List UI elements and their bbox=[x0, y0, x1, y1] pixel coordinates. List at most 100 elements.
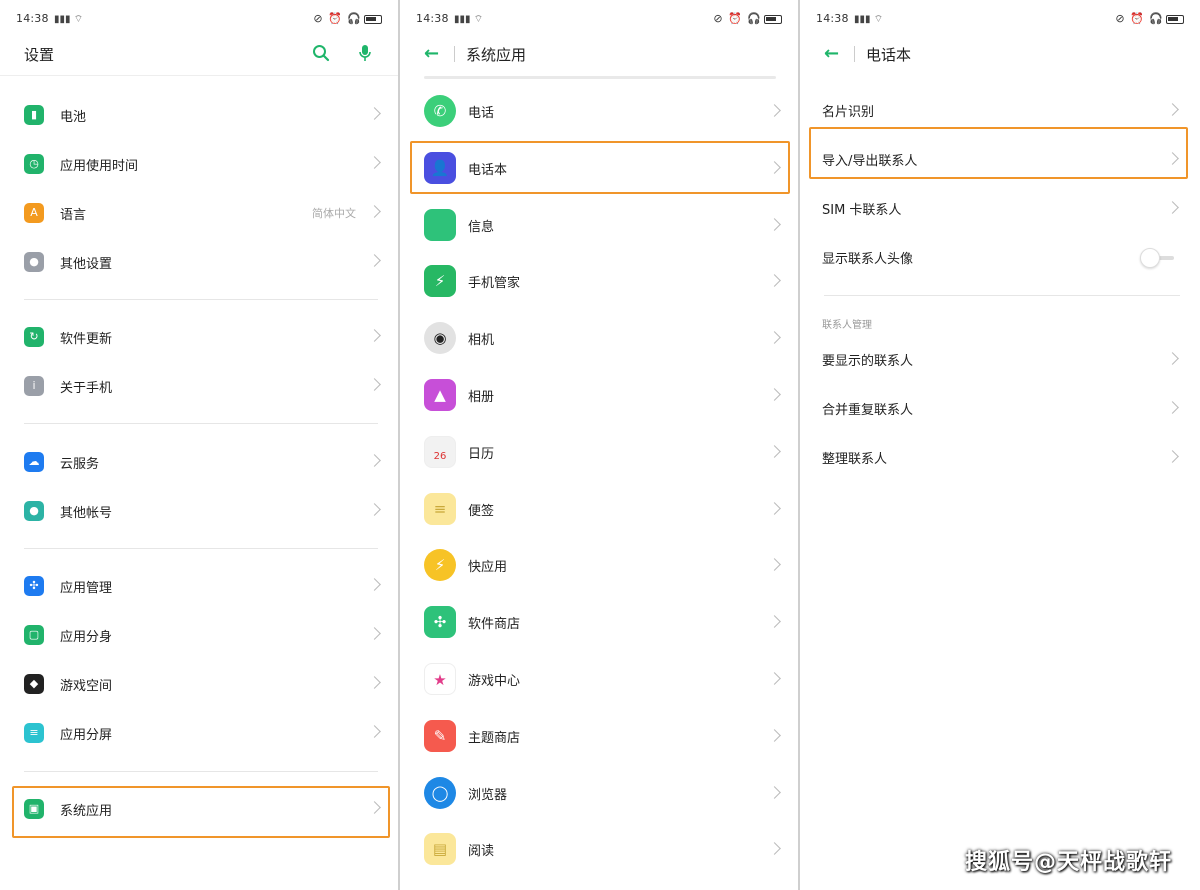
settings-item[interactable]: ☁ 云服务 bbox=[0, 439, 398, 485]
chevron-right-icon bbox=[368, 326, 382, 346]
game-icon: ◆ bbox=[24, 674, 44, 694]
app-item[interactable]: 信息 bbox=[400, 200, 798, 252]
settings-item[interactable]: i 关于手机 bbox=[0, 363, 398, 409]
update-icon: ↻ bbox=[24, 327, 44, 347]
chevron-right-icon bbox=[1166, 447, 1180, 467]
item-label: 软件更新 bbox=[60, 332, 113, 347]
chevron-right-icon bbox=[368, 673, 382, 693]
settings-item[interactable]: ● 其他帐号 bbox=[0, 488, 398, 534]
info-icon: i bbox=[24, 376, 44, 396]
app-item[interactable]: ★ 游戏中心 bbox=[400, 654, 798, 706]
app-item[interactable]: ▤ 阅读 bbox=[400, 824, 798, 876]
theme-store-icon: ✎ bbox=[424, 719, 456, 752]
chevron-right-icon bbox=[368, 798, 382, 818]
microphone-icon[interactable] bbox=[358, 44, 372, 67]
account-icon: ● bbox=[24, 501, 44, 521]
chevron-right-icon bbox=[368, 722, 382, 742]
item-label: 关于手机 bbox=[60, 381, 113, 396]
chevron-right-icon bbox=[368, 153, 382, 173]
chevron-right-icon bbox=[1166, 100, 1180, 120]
status-time: 14:38 bbox=[416, 12, 449, 25]
chevron-right-icon bbox=[768, 669, 782, 689]
contacts-setting-item[interactable]: 合并重复联系人 bbox=[800, 385, 1200, 433]
app-item[interactable]: ≡ 便签 bbox=[400, 484, 798, 536]
settings-item[interactable]: ▣ 系统应用 bbox=[0, 786, 398, 832]
chevron-right-icon bbox=[768, 158, 782, 178]
app-item[interactable]: ◯ 浏览器 bbox=[400, 768, 798, 820]
notes-icon: ≡ bbox=[424, 492, 456, 525]
settings-item[interactable]: ● 其他设置 bbox=[0, 239, 398, 285]
game-center-icon: ★ bbox=[424, 663, 456, 695]
chevron-right-icon bbox=[368, 575, 382, 595]
settings-item[interactable]: ▮ 电池 bbox=[0, 92, 398, 138]
phone-manager-icon: ⚡ bbox=[424, 265, 456, 298]
section-divider bbox=[824, 295, 1180, 296]
item-label: 导入/导出联系人 bbox=[822, 154, 918, 169]
contacts-settings-panel: 14:38 ▮▮▮ ⌔ ⊘ ⏰ 🎧 ← 电话本 名片识别 导入/导出联系人 SIM … bbox=[800, 0, 1200, 890]
settings-item[interactable]: ▢ 应用分身 bbox=[0, 612, 398, 658]
contacts-setting-item[interactable]: SIM 卡联系人 bbox=[800, 185, 1200, 233]
status-bar: 14:38 ▮▮▮ ⌔ ⊘ ⏰ 🎧 bbox=[816, 12, 1184, 30]
item-label: 便签 bbox=[468, 503, 495, 519]
app-item[interactable]: 26 日历 bbox=[400, 427, 798, 479]
search-icon[interactable] bbox=[312, 44, 330, 67]
avatar-toggle-switch[interactable] bbox=[1140, 248, 1174, 268]
app-item[interactable]: ✆ 电话 bbox=[400, 86, 798, 138]
page-title: 设置 bbox=[24, 46, 55, 64]
settings-item[interactable]: ◷ 应用使用时间 bbox=[0, 141, 398, 187]
chevron-right-icon bbox=[1166, 349, 1180, 369]
settings-item[interactable]: ↻ 软件更新 bbox=[0, 314, 398, 360]
item-label: 应用管理 bbox=[60, 581, 113, 596]
signal-wifi-icon: ▮▮▮ ⌔ bbox=[454, 14, 484, 25]
chevron-right-icon bbox=[368, 202, 382, 222]
contacts-setting-item[interactable]: 要显示的联系人 bbox=[800, 336, 1200, 384]
settings-item[interactable]: ✣ 应用管理 bbox=[0, 563, 398, 609]
item-label: 应用使用时间 bbox=[60, 159, 139, 174]
item-label: 显示联系人头像 bbox=[822, 252, 914, 267]
item-label: 系统应用 bbox=[60, 804, 113, 819]
scroll-indicator bbox=[424, 76, 776, 79]
contacts-setting-item[interactable]: 名片识别 bbox=[800, 87, 1200, 135]
status-time: 14:38 bbox=[816, 12, 849, 25]
back-arrow-icon[interactable]: ← bbox=[424, 44, 439, 64]
item-label: 电话本 bbox=[468, 162, 508, 178]
app-item[interactable]: ✣ 软件商店 bbox=[400, 597, 798, 649]
chevron-right-icon bbox=[768, 555, 782, 575]
app-item[interactable]: ◉ 相机 bbox=[400, 313, 798, 365]
item-label: 语言 bbox=[60, 208, 87, 223]
system-apps-panel: 14:38 ▮▮▮ ⌔ ⊘ ⏰ 🎧 ← 系统应用 ✆ 电话 👤 电话本信息 ⚡ 手机管家 ◉… bbox=[400, 0, 798, 890]
section-divider bbox=[24, 299, 378, 300]
messages-icon bbox=[424, 208, 456, 241]
status-icons: ⊘ ⏰ 🎧 bbox=[1115, 12, 1184, 25]
status-icons: ⊘ ⏰ 🎧 bbox=[313, 12, 382, 25]
item-label: 名片识别 bbox=[822, 105, 875, 120]
item-label: 合并重复联系人 bbox=[822, 403, 914, 418]
app-item[interactable]: ▲ 相册 bbox=[400, 370, 798, 422]
app-item[interactable]: 👤 电话本 bbox=[400, 143, 798, 195]
chevron-right-icon bbox=[368, 375, 382, 395]
contacts-setting-item[interactable]: 导入/导出联系人 bbox=[800, 136, 1200, 184]
page-title: 系统应用 bbox=[466, 46, 527, 64]
section-divider bbox=[24, 423, 378, 424]
contacts-setting-item[interactable]: 显示联系人头像 bbox=[800, 234, 1200, 282]
chevron-right-icon bbox=[768, 442, 782, 462]
chevron-right-icon bbox=[1166, 198, 1180, 218]
item-label: 游戏空间 bbox=[60, 679, 113, 694]
status-bar: 14:38 ▮▮▮ ⌔ ⊘ ⏰ 🎧 bbox=[416, 12, 782, 30]
app-item[interactable]: ⚡ 快应用 bbox=[400, 540, 798, 592]
section-divider bbox=[24, 548, 378, 549]
item-label: 云服务 bbox=[60, 457, 100, 472]
status-icons: ⊘ ⏰ 🎧 bbox=[713, 12, 782, 25]
chevron-right-icon bbox=[768, 499, 782, 519]
calendar-icon: 26 bbox=[424, 435, 456, 468]
status-bar: 14:38 ▮▮▮ ⌔ ⊘ ⏰ 🎧 bbox=[16, 12, 382, 30]
settings-item[interactable]: ≡ 应用分屏 bbox=[0, 710, 398, 756]
app-item[interactable]: ✎ 主题商店 bbox=[400, 711, 798, 763]
settings-item[interactable]: ◆ 游戏空间 bbox=[0, 661, 398, 707]
settings-item[interactable]: A 语言 简体中文 bbox=[0, 190, 398, 236]
back-arrow-icon[interactable]: ← bbox=[824, 44, 839, 64]
item-label: 信息 bbox=[468, 219, 495, 235]
item-label: 相机 bbox=[468, 333, 495, 349]
app-item[interactable]: ⚡ 手机管家 bbox=[400, 256, 798, 308]
contacts-setting-item[interactable]: 整理联系人 bbox=[800, 434, 1200, 482]
